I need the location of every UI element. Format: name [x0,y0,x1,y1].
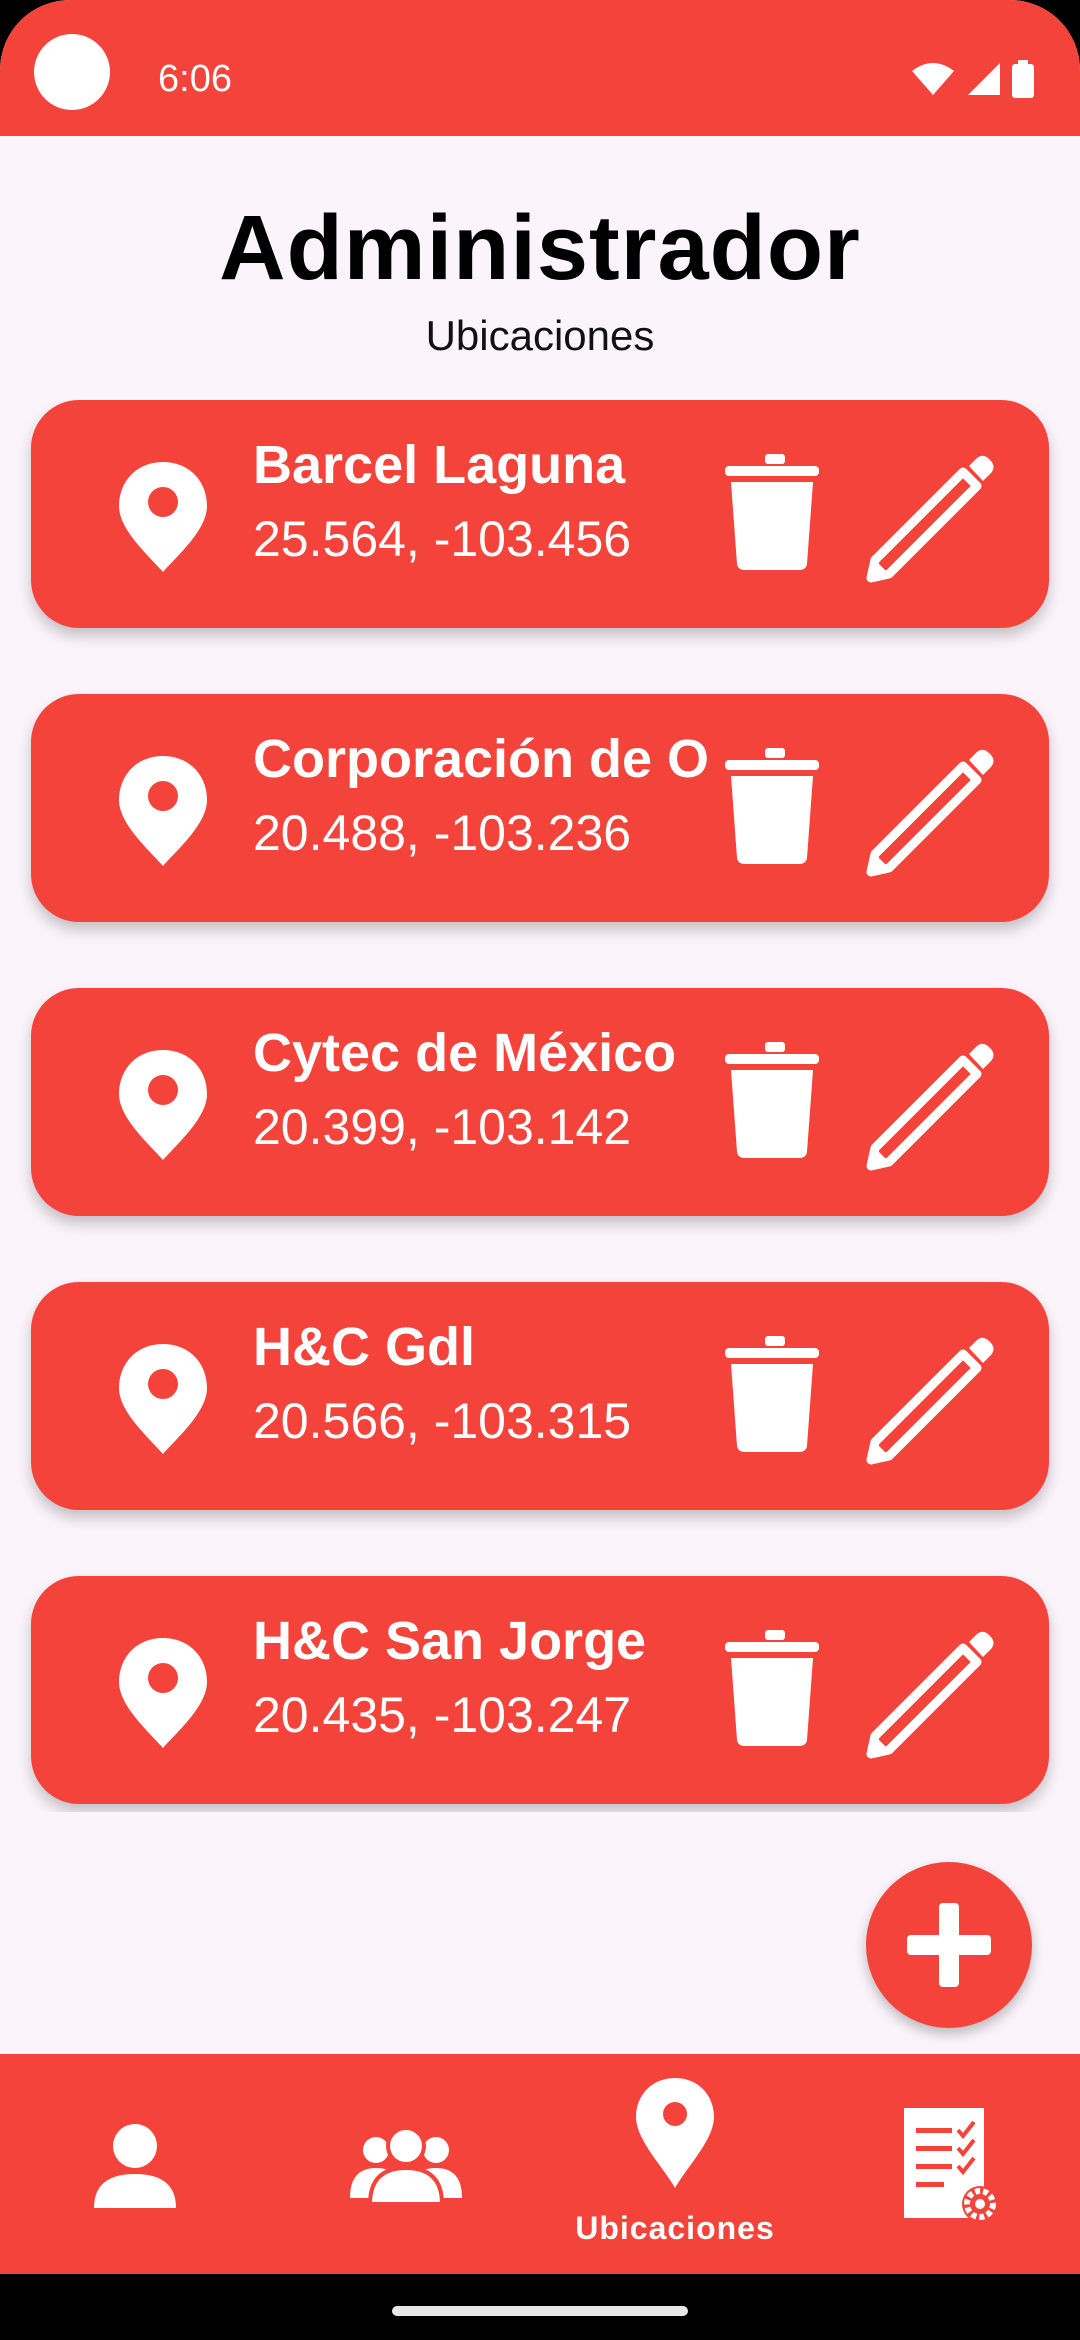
location-name: Barcel Laguna [253,435,626,495]
location-coords: 20.435, -103.247 [253,1687,632,1743]
location-card[interactable]: Cytec de México 20.399, -103.142 [31,988,1049,1216]
add-location-button[interactable] [866,1862,1032,2028]
location-card[interactable]: Corporación de O 20.488, -103.236 [31,694,1049,922]
location-name: Corporación de O [253,729,710,789]
edit-button[interactable] [861,740,1001,880]
status-bar: 6:06 [0,0,1080,136]
map-pin-icon [119,756,207,866]
camera-cutout [34,34,110,110]
home-indicator[interactable] [392,2306,688,2316]
location-coords: 20.488, -103.236 [253,805,632,861]
map-pin-icon [119,1638,207,1748]
edit-button[interactable] [861,1034,1001,1174]
signal-icon [968,63,1000,95]
screen: 6:06 Administrador Ubicaciones Barcel La… [0,0,1080,2340]
map-pin-icon [119,1050,207,1160]
location-coords: 20.566, -103.315 [253,1393,632,1449]
battery-icon [1012,60,1034,98]
nav-item-reports[interactable] [810,2054,1080,2274]
gesture-area [0,2274,1080,2340]
map-pin-icon [119,462,207,572]
location-card[interactable]: H&C Gdl 20.566, -103.315 [31,1282,1049,1510]
delete-button[interactable] [717,1040,827,1160]
nav-label-ubicaciones: Ubicaciones [575,2210,775,2246]
status-time: 6:06 [158,58,232,100]
location-coords: 25.564, -103.456 [253,511,632,567]
status-icons [910,60,1034,98]
delete-button[interactable] [717,1628,827,1748]
nav-item-users[interactable] [270,2054,540,2274]
map-pin-icon [636,2078,714,2188]
location-name: H&C Gdl [253,1317,475,1377]
bottom-nav: Ubicaciones [0,2054,1080,2274]
edit-button[interactable] [861,1622,1001,1762]
location-card[interactable]: Barcel Laguna 25.564, -103.456 [31,400,1049,628]
wifi-icon [912,63,954,95]
location-list[interactable]: Barcel Laguna 25.564, -103.456 Corporaci… [0,400,1080,1812]
page-subtitle: Ubicaciones [425,312,655,359]
report-settings-icon [904,2108,998,2222]
location-coords: 20.399, -103.142 [253,1099,632,1155]
delete-button[interactable] [717,452,827,572]
edit-button[interactable] [861,1328,1001,1468]
person-icon [94,2124,176,2208]
delete-button[interactable] [717,746,827,866]
edit-button[interactable] [861,446,1001,586]
location-name: H&C San Jorge [253,1611,647,1671]
plus-icon [907,1903,991,1987]
location-card[interactable]: H&C San Jorge 20.435, -103.247 [31,1576,1049,1804]
page-title: Administrador [219,197,861,299]
nav-item-ubicaciones[interactable]: Ubicaciones [540,2054,810,2274]
delete-button[interactable] [717,1334,827,1454]
group-icon [350,2126,462,2206]
location-name: Cytec de México [253,1023,677,1083]
nav-item-user[interactable] [0,2054,270,2274]
map-pin-icon [119,1344,207,1454]
